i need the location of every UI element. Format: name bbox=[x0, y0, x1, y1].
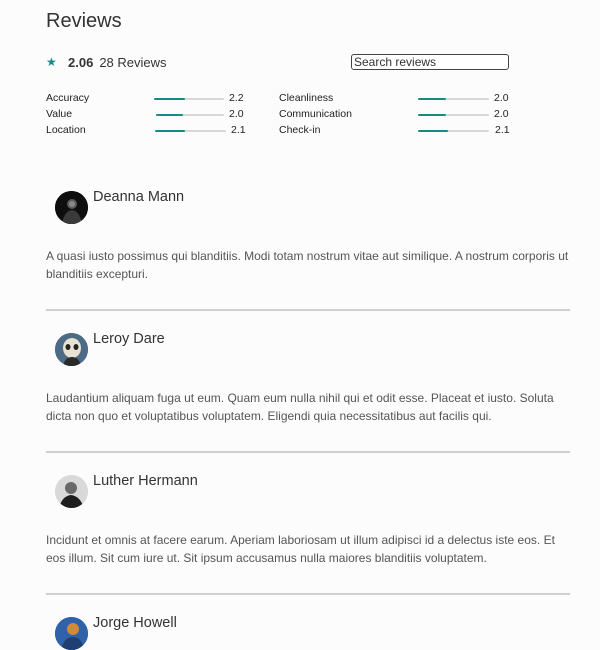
avatar bbox=[55, 333, 88, 366]
category-label: Check-in bbox=[279, 124, 321, 136]
category-value: 2.2 bbox=[229, 92, 244, 104]
rating-bar-fill bbox=[155, 130, 185, 132]
category-label: Cleanliness bbox=[279, 92, 334, 104]
reviewer-name: Jorge Howell bbox=[93, 615, 177, 631]
divider bbox=[46, 309, 570, 311]
rating-bar-fill bbox=[418, 114, 447, 116]
divider bbox=[46, 451, 570, 453]
rating-bar-fill bbox=[418, 98, 447, 100]
rating-bar bbox=[156, 114, 224, 116]
average-rating: 2.06 bbox=[68, 54, 94, 70]
category-communication: Communication 2.0 bbox=[279, 108, 519, 121]
page-title: Reviews bbox=[46, 10, 122, 32]
category-cleanliness: Cleanliness 2.0 bbox=[279, 92, 519, 105]
rating-bar-fill bbox=[418, 130, 448, 132]
rating-bar bbox=[418, 130, 489, 132]
review-text: Incidunt et omnis at facere earum. Aperi… bbox=[46, 533, 555, 565]
reviewer-name: Deanna Mann bbox=[93, 189, 185, 205]
rating-bar bbox=[155, 130, 226, 132]
rating-bar-fill bbox=[156, 114, 184, 116]
review-text: Laudantium aliquam fuga ut eum. Quam eum… bbox=[46, 391, 554, 423]
avatar bbox=[55, 617, 88, 650]
category-label: Accuracy bbox=[46, 92, 90, 104]
reviewer-name: Luther Hermann bbox=[93, 473, 198, 489]
category-label: Location bbox=[46, 124, 86, 136]
review-text: A quasi iusto possimus qui blanditiis. M… bbox=[46, 249, 569, 281]
category-label: Communication bbox=[279, 108, 352, 120]
rating-bar bbox=[418, 114, 489, 116]
review-count: 28 Reviews bbox=[99, 54, 167, 70]
category-label: Value bbox=[46, 108, 73, 120]
category-value-rating: Value 2.0 bbox=[46, 108, 246, 121]
category-value: 2.0 bbox=[229, 108, 244, 120]
category-accuracy: Accuracy 2.2 bbox=[46, 92, 246, 105]
category-value: 2.1 bbox=[495, 124, 510, 136]
rating-bar-fill bbox=[154, 98, 185, 100]
category-value: 2.0 bbox=[494, 92, 509, 104]
star-icon: ★ bbox=[46, 55, 57, 69]
avatar bbox=[55, 191, 88, 224]
category-value: 2.1 bbox=[231, 124, 246, 136]
search-input[interactable] bbox=[351, 54, 509, 70]
rating-bar bbox=[418, 98, 489, 100]
avatar bbox=[55, 475, 88, 508]
rating-bar bbox=[154, 98, 224, 100]
category-location: Location 2.1 bbox=[46, 124, 246, 137]
divider bbox=[46, 593, 570, 595]
category-value: 2.0 bbox=[494, 108, 509, 120]
rating-summary: ★ 2.06 28 Reviews bbox=[46, 54, 167, 70]
reviewer-name: Leroy Dare bbox=[93, 331, 165, 347]
category-check-in: Check-in 2.1 bbox=[279, 124, 519, 137]
